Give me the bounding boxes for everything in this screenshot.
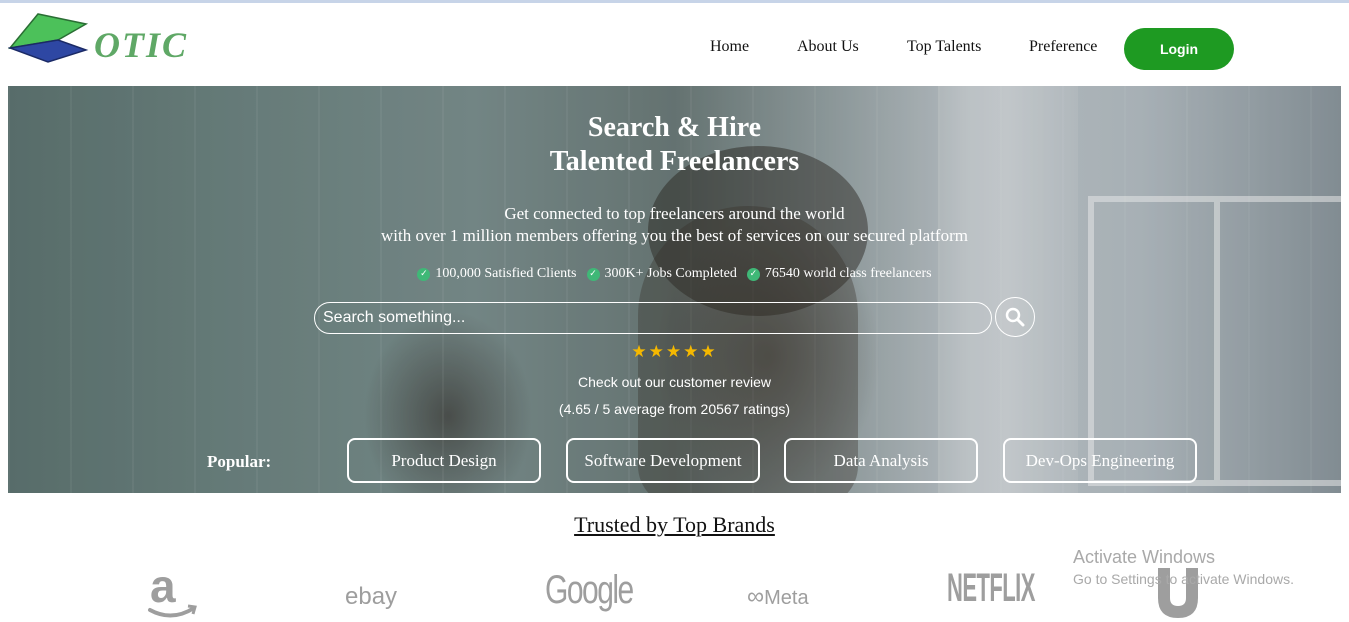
brand-ebay-logo: ebay [345, 583, 398, 610]
activate-windows-watermark: Activate Windows Go to Settings to activ… [1073, 546, 1294, 588]
rating-stars: ★★★★★ [8, 342, 1341, 362]
hero-stats: ✓ 100,000 Satisfied Clients ✓ 300K+ Jobs… [8, 266, 1341, 282]
popular-label: Popular: [207, 452, 272, 471]
star-icon: ★ [700, 342, 718, 362]
activate-windows-title: Activate Windows [1073, 547, 1216, 567]
logo-text: OTIC [94, 25, 189, 65]
popular-tag-data-analysis[interactable]: Data Analysis [784, 438, 978, 483]
stat-clients-text: 100,000 Satisfied Clients [435, 266, 577, 281]
search-input[interactable] [314, 302, 992, 334]
nav-preference[interactable]: Preference [1029, 38, 1097, 56]
stat-jobs: ✓ 300K+ Jobs Completed [586, 266, 737, 282]
check-icon: ✓ [746, 267, 760, 281]
check-icon: ✓ [417, 267, 431, 281]
hero-subtitle-line1: Get connected to top freelancers around … [504, 204, 845, 223]
hero-subtitle-line2: with over 1 million members offering you… [381, 226, 968, 245]
star-icon: ★ [665, 342, 684, 362]
nav-about-us[interactable]: About Us [797, 38, 859, 56]
star-icon: ★ [631, 342, 649, 362]
search-icon [1005, 307, 1025, 327]
review-detail: (4.65 / 5 average from 20567 ratings) [558, 401, 791, 417]
review-title[interactable]: Check out our customer review [8, 374, 1341, 390]
search-button[interactable] [995, 297, 1035, 337]
stat-jobs-text: 300K+ Jobs Completed [604, 266, 737, 281]
brand-google-logo: Google [545, 568, 634, 612]
svg-text:a: a [150, 562, 176, 612]
popular-tag-devops-engineering[interactable]: Dev-Ops Engineering [1003, 438, 1197, 483]
stat-freelancers-text: 76540 world class freelancers [764, 266, 932, 281]
popular-tag-software-development[interactable]: Software Development [566, 438, 760, 483]
trusted-heading: Trusted by Top Brands [0, 512, 1349, 538]
hero-title-line1: Search & Hire [587, 112, 762, 143]
nav-top-talents[interactable]: Top Talents [907, 38, 981, 56]
brand-meta-logo: ∞Meta [747, 583, 809, 611]
site-logo[interactable]: OTIC [7, 10, 189, 66]
check-icon: ✓ [586, 267, 600, 281]
nav-home[interactable]: Home [710, 38, 749, 56]
stat-clients: ✓ 100,000 Satisfied Clients [417, 266, 577, 282]
brand-amazon-logo: a [146, 560, 198, 622]
amazon-logo-icon: a [148, 560, 197, 618]
star-icon: ★ [683, 342, 701, 362]
hero-banner: Search & Hire Talented Freelancers Get c… [8, 86, 1341, 493]
window-top-border [0, 0, 1349, 3]
star-icon: ★ [648, 342, 666, 362]
login-button[interactable]: Login [1124, 28, 1234, 70]
hero-title-line2: Talented Freelancers [549, 146, 800, 177]
stat-freelancers: ✓ 76540 world class freelancers [746, 266, 932, 282]
brand-netflix-logo: NETFLIX [947, 566, 1035, 610]
activate-windows-hint: Go to Settings to activate Windows. [1073, 571, 1294, 587]
brand-meta-text: Meta [764, 587, 809, 609]
meta-infinity-icon: ∞ [747, 583, 765, 610]
trusted-heading-text: Trusted by Top Brands [574, 512, 775, 537]
popular-tag-product-design[interactable]: Product Design [347, 438, 541, 483]
